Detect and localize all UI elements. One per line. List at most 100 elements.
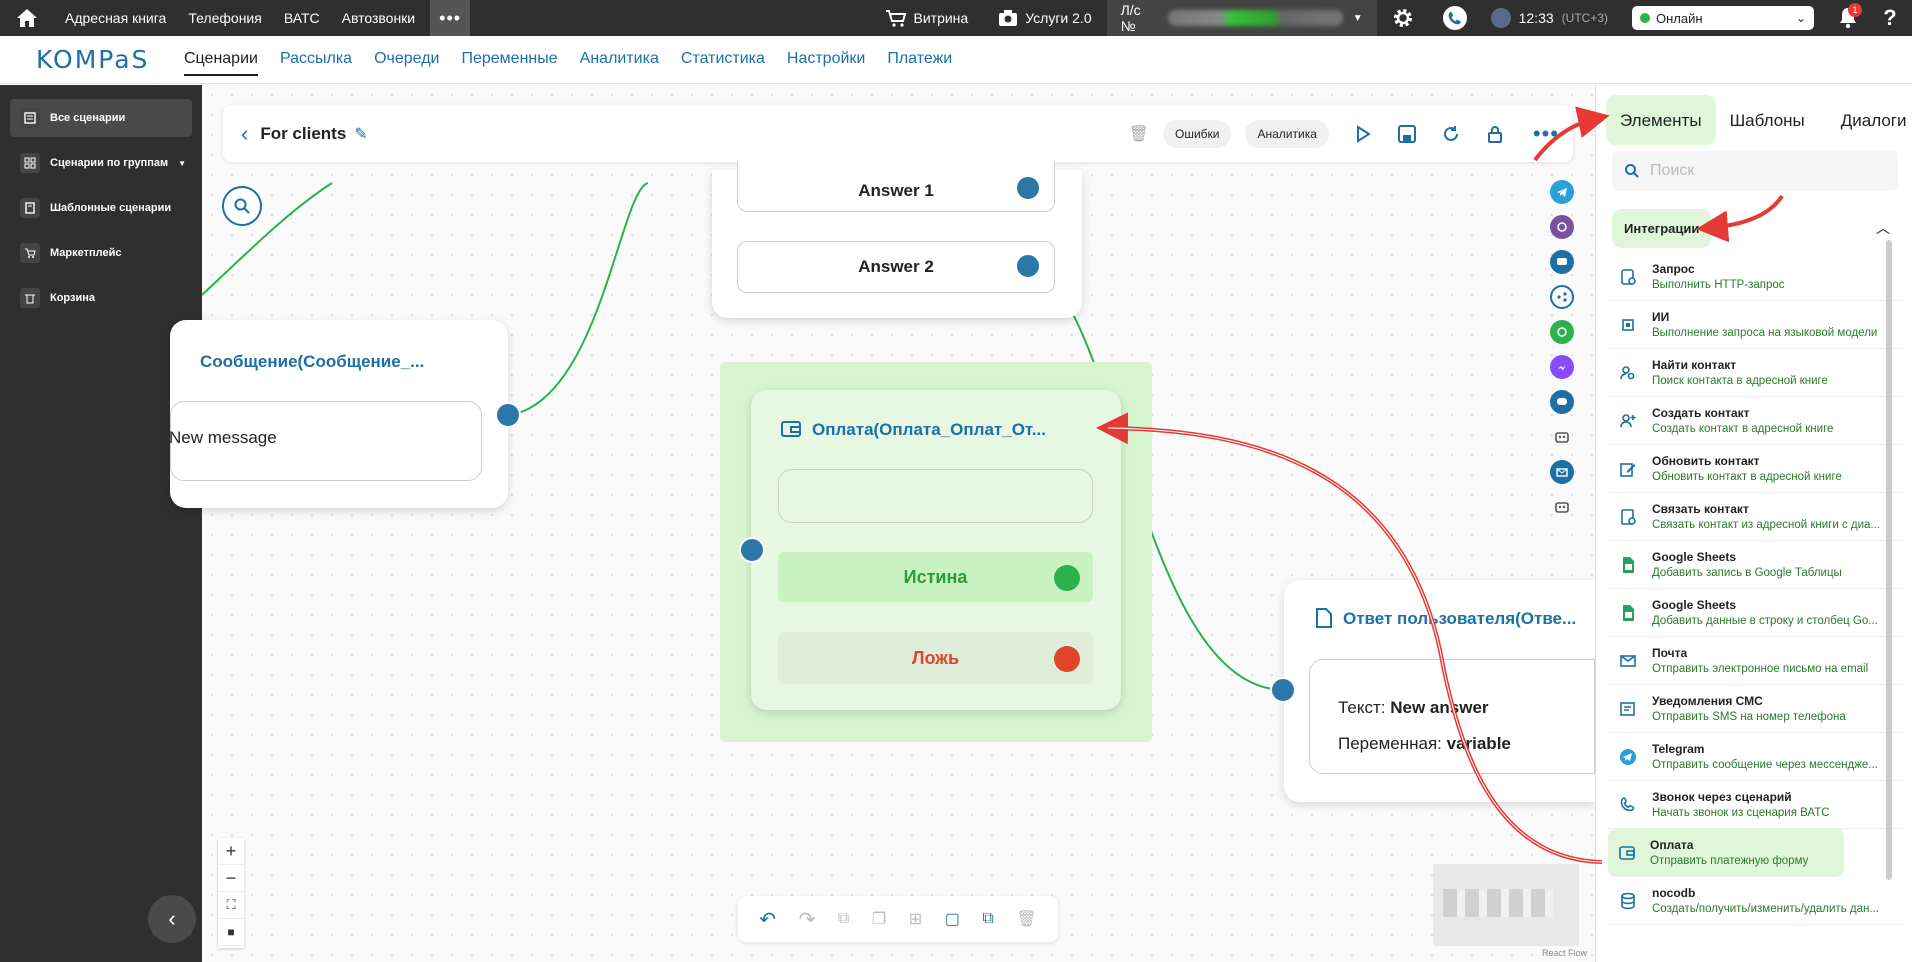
kompas-logo[interactable]: KOMPaS — [0, 45, 184, 74]
top-nav-vats[interactable]: ВАТС — [273, 10, 331, 26]
copy-icon[interactable]: ⧉ — [838, 910, 849, 928]
integration-description: Создать/получить/изменить/удалить дан... — [1652, 903, 1879, 915]
showcase-link[interactable]: Витрина — [870, 9, 984, 27]
sidebar-item-all-scenarios[interactable]: Все сценарии — [10, 99, 192, 137]
answer-2-button[interactable]: Answer 2 — [737, 241, 1055, 293]
analytics-button[interactable]: Аналитика — [1245, 119, 1329, 148]
true-port[interactable] — [1054, 565, 1080, 591]
edit-pencil-icon[interactable]: ✎ — [354, 124, 367, 144]
false-branch[interactable]: Ложь — [778, 632, 1093, 684]
answer-1-button[interactable]: Answer 1 — [737, 162, 1055, 212]
canvas-search-button[interactable] — [222, 186, 262, 226]
integration-item[interactable]: Связать контакт Связать контакт из адресн… — [1608, 493, 1904, 541]
more-menu-button[interactable]: ••• — [430, 0, 471, 36]
panel-search[interactable]: Поиск — [1612, 151, 1898, 191]
react-flow-attribution[interactable]: React Flow — [1542, 948, 1587, 958]
integration-item[interactable]: nocodb Создать/получить/изменить/удалить … — [1608, 877, 1904, 925]
note-icon[interactable]: ▢ — [945, 909, 960, 929]
sidebar-item-marketplace[interactable]: Маркетплейс — [10, 234, 192, 272]
delete-icon[interactable]: 🗑 — [1129, 124, 1149, 144]
back-icon[interactable]: ‹ — [241, 121, 248, 147]
tab-templates[interactable]: Шаблоны — [1716, 101, 1819, 141]
integration-item[interactable]: Звонок через сценарий Начать звонок из сц… — [1608, 781, 1904, 829]
integration-item[interactable]: Запрос Выполнить HTTP-запрос — [1608, 253, 1904, 301]
fit-view-icon[interactable]: ⛶ — [218, 892, 244, 919]
messenger-icon[interactable] — [1550, 355, 1574, 379]
integration-item[interactable]: Оплата Отправить платежную форму — [1608, 829, 1844, 877]
more-options-icon[interactable]: ••• — [1533, 121, 1559, 147]
services-link[interactable]: Услуги 2.0 — [983, 9, 1106, 27]
integration-item[interactable]: Google Sheets Добавить данные в строку и … — [1608, 589, 1904, 637]
integration-item[interactable]: Найти контакт Поиск контакта в адресной к… — [1608, 349, 1904, 397]
nav-variables[interactable]: Переменные — [461, 44, 557, 76]
message-node-output-port[interactable] — [495, 402, 521, 428]
sidebar-item-groups[interactable]: Сценарии по группам ▼ — [10, 144, 192, 182]
errors-button[interactable]: Ошибки — [1162, 119, 1232, 148]
sidebar-item-templates[interactable]: Шаблонные сценарии — [10, 189, 192, 227]
lock-icon[interactable] — [1485, 124, 1505, 144]
integration-item[interactable]: Создать контакт Создать контакт в адресно… — [1608, 397, 1904, 445]
user-reply-input-port[interactable] — [1270, 677, 1296, 703]
nav-queues[interactable]: Очереди — [374, 44, 439, 76]
status-select[interactable]: Онлайн ⌄ — [1632, 6, 1814, 30]
help-icon[interactable]: ? — [1868, 0, 1912, 36]
phone-icon[interactable] — [1429, 0, 1481, 36]
whatsapp-icon[interactable] — [1550, 320, 1574, 344]
answer-1-port[interactable] — [1015, 175, 1041, 201]
delete-icon[interactable]: 🗑 — [1016, 909, 1036, 929]
viber-icon[interactable] — [1550, 215, 1574, 239]
save-icon[interactable] — [1397, 124, 1417, 144]
play-icon[interactable] — [1353, 124, 1373, 144]
collapse-sidebar-button[interactable]: ‹ — [148, 895, 196, 943]
nav-settings[interactable]: Настройки — [787, 44, 865, 76]
list-icon — [20, 108, 40, 128]
refresh-icon[interactable] — [1441, 124, 1461, 144]
panel-scrollbar[interactable] — [1886, 240, 1892, 880]
paste-icon[interactable]: ⧉ — [982, 910, 993, 928]
top-nav-autocalls[interactable]: Автозвонки — [331, 10, 427, 26]
true-branch[interactable]: Истина — [778, 552, 1093, 602]
telegram-icon[interactable] — [1550, 180, 1574, 204]
integration-item[interactable]: Уведомления СМС Отправить SMS на номер те… — [1608, 685, 1904, 733]
duplicate-icon[interactable]: ❐ — [872, 909, 886, 929]
integration-item[interactable]: ИИ Выполнение запроса на языковой модели — [1608, 301, 1904, 349]
payment-input-port[interactable] — [739, 537, 765, 563]
home-icon[interactable] — [0, 0, 54, 36]
integration-item[interactable]: Обновить контакт Обновить контакт в адрес… — [1608, 445, 1904, 493]
zoom-in-icon[interactable]: + — [218, 838, 244, 865]
undo-icon[interactable]: ↶ — [759, 907, 776, 932]
notifications-button[interactable]: 1 — [1828, 3, 1868, 29]
nav-statistics[interactable]: Статистика — [681, 44, 765, 76]
tab-elements[interactable]: Элементы — [1606, 95, 1716, 145]
payment-input-field[interactable] — [778, 469, 1093, 523]
integration-description: Отправить SMS на номер телефона — [1652, 711, 1846, 723]
zoom-out-icon[interactable]: − — [218, 865, 244, 892]
nav-payments[interactable]: Платежи — [887, 44, 952, 76]
sidebar-item-trash[interactable]: Корзина — [10, 279, 192, 317]
nav-scenarios[interactable]: Сценарии — [184, 44, 258, 76]
redo-icon[interactable]: ↷ — [799, 907, 816, 932]
settings-icon[interactable] — [1377, 0, 1429, 36]
minimap[interactable] — [1433, 864, 1579, 946]
share-icon[interactable] — [1550, 285, 1574, 309]
nav-mailing[interactable]: Рассылка — [280, 44, 352, 76]
email-channel-icon[interactable] — [1550, 460, 1574, 484]
lock-canvas-icon[interactable]: ■ — [218, 919, 244, 946]
top-nav-address-book[interactable]: Адресная книга — [54, 10, 177, 26]
bot-icon[interactable] — [1550, 425, 1574, 449]
grid-icon[interactable]: ⊞ — [909, 909, 922, 929]
answer-2-port[interactable] — [1015, 253, 1041, 279]
false-port[interactable] — [1054, 646, 1080, 672]
chat-bubble-icon[interactable] — [1550, 390, 1574, 414]
avatar[interactable] — [1490, 8, 1511, 28]
integration-item[interactable]: Почта Отправить электронное письмо на ema… — [1608, 637, 1904, 685]
chat-icon[interactable] — [1550, 250, 1574, 274]
tab-dialogs[interactable]: Диалоги — [1827, 101, 1912, 141]
integration-item[interactable]: Google Sheets Добавить запись в Google Та… — [1608, 541, 1904, 589]
account-selector[interactable]: Л/с № ▼ — [1106, 0, 1377, 36]
nav-analytics[interactable]: Аналитика — [580, 44, 659, 76]
integrations-section-header[interactable]: Интеграции ︿ — [1612, 207, 1902, 249]
integration-item[interactable]: Telegram Отправить сообщение через мессен… — [1608, 733, 1904, 781]
top-nav-telephony[interactable]: Телефония — [177, 10, 272, 26]
bot-icon[interactable] — [1550, 495, 1574, 519]
